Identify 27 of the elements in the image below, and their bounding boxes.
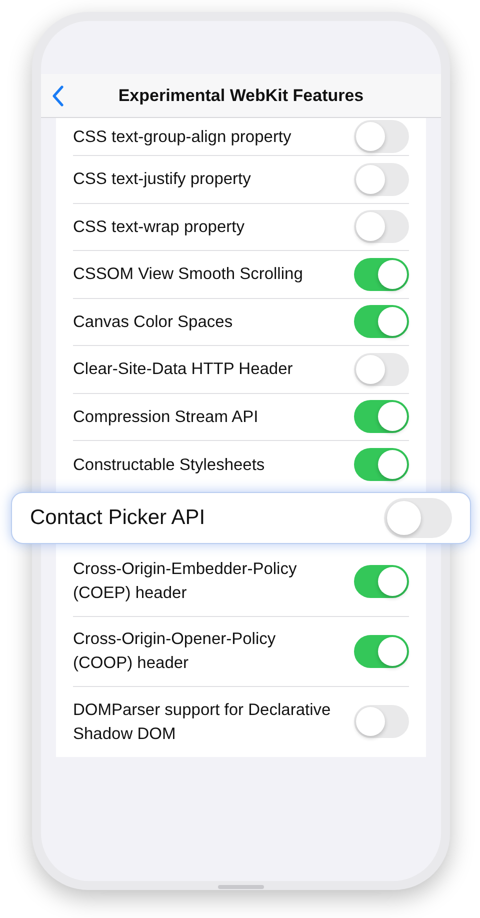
- back-chevron-icon: [52, 85, 64, 107]
- toggle-switch[interactable]: [354, 305, 409, 338]
- setting-label: Cross-Origin-Embedder-Policy (COEP) header: [73, 559, 298, 604]
- toggle-switch[interactable]: [354, 162, 409, 196]
- toggle-switch[interactable]: [354, 352, 409, 386]
- setting-label: Canvas Color Spaces: [73, 312, 234, 333]
- screen-title: Experimental WebKit Features: [118, 84, 364, 107]
- setting-label: CSS text-wrap property: [73, 216, 246, 238]
- highlighted-setting-row[interactable]: Contact Picker API: [11, 492, 471, 544]
- toggle-switch[interactable]: [354, 210, 409, 244]
- toggle-switch[interactable]: [354, 705, 409, 738]
- setting-label: CSS text-justify property: [73, 169, 252, 190]
- setting-label: CSSOM View Smooth Scrolling: [73, 264, 304, 286]
- toggle-switch[interactable]: [354, 448, 409, 482]
- toggle-switch[interactable]: [354, 258, 409, 291]
- toggle-switch[interactable]: [354, 400, 409, 434]
- setting-label: Cross-Origin-Opener-Policy (COOP) header: [73, 629, 277, 674]
- setting-label: Compression Stream API: [73, 406, 260, 428]
- toggle-switch[interactable]: [354, 634, 409, 668]
- setting-label: Contact Picker API: [30, 504, 206, 531]
- setting-label: DOMParser support for Declarative Shadow DOM: [73, 700, 332, 744]
- setting-label: Clear-Site-Data HTTP Header: [73, 359, 294, 380]
- toggle-switch[interactable]: [354, 564, 409, 598]
- toggle-switch[interactable]: [384, 498, 452, 538]
- toggle-switch[interactable]: [354, 120, 409, 153]
- setting-label: Constructable Stylesheets: [73, 454, 266, 476]
- setting-label: CSS text-group-align property: [73, 126, 292, 148]
